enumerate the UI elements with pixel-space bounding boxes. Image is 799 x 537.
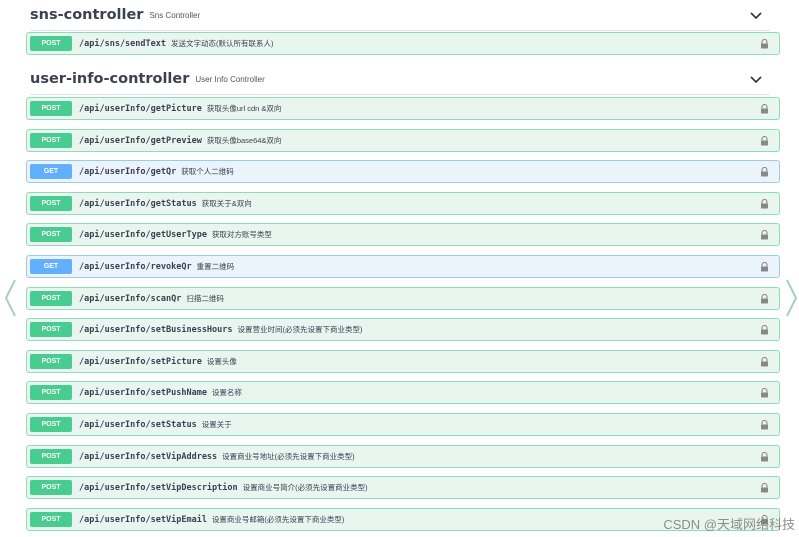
method-badge: POST — [30, 291, 72, 306]
chevron-left-icon[interactable] — [3, 278, 17, 318]
method-badge: POST — [30, 133, 72, 148]
operation-path: /api/userInfo/getQr — [79, 166, 177, 177]
lock-icon[interactable] — [760, 230, 769, 240]
operation-summary: 设置营业时间(必须先设置下商业类型) — [237, 325, 363, 334]
lock-icon[interactable] — [760, 136, 769, 146]
group-title: user-info-controller — [30, 71, 190, 87]
lock-icon[interactable] — [760, 167, 769, 177]
method-badge: POST — [30, 417, 72, 432]
operation-path: /api/userInfo/setPushName — [79, 387, 207, 398]
operation-summary: 获取关于&双向 — [201, 199, 252, 208]
lock-icon[interactable] — [760, 262, 769, 272]
operation-row[interactable]: POST/api/userInfo/setStatus 设置关于 — [26, 413, 780, 436]
operation-path: /api/userInfo/setPicture — [79, 356, 202, 367]
operation-row[interactable]: GET/api/userInfo/revokeQr 重置二维码 — [26, 255, 780, 278]
operation-summary: 设置关于 — [201, 420, 232, 429]
operation-row[interactable]: POST/api/userInfo/getUserType 获取对方账号类型 — [26, 223, 780, 246]
operation-row[interactable]: POST/api/userInfo/setVipDescription 设置商业号… — [26, 476, 780, 499]
method-badge: GET — [30, 259, 72, 274]
operation-path: /api/userInfo/setVipAddress — [79, 451, 218, 462]
operation-path: /api/sns/sendText — [79, 38, 166, 49]
chevron-down-icon[interactable] — [748, 7, 764, 23]
operation-row[interactable]: POST/api/userInfo/getStatus 获取关于&双向 — [26, 192, 780, 215]
operation-summary: 设置商业号邮箱(必须先设置下商业类型) — [211, 515, 345, 524]
operation-summary: 设置名称 — [211, 388, 242, 397]
operation-summary: 发送文字动态(默认所有联系人) — [171, 39, 274, 48]
lock-icon[interactable] — [760, 483, 769, 493]
method-badge: POST — [30, 196, 72, 211]
operation-summary: 获取头像url cdn &双向 — [206, 104, 282, 113]
group-title: sns-controller — [30, 7, 144, 23]
operation-row[interactable]: POST/api/userInfo/setVipAddress 设置商业号地址(必… — [26, 445, 780, 468]
method-badge: POST — [30, 480, 72, 495]
user-info-controller-header[interactable]: user-info-controller User Info Controlle… — [30, 64, 770, 95]
method-badge: POST — [30, 36, 72, 51]
lock-icon[interactable] — [760, 199, 769, 209]
method-badge: GET — [30, 164, 72, 179]
operation-path: /api/userInfo/getStatus — [79, 198, 197, 209]
group-subtitle: User Info Controller — [195, 74, 265, 84]
operation-path: /api/userInfo/revokeQr — [79, 261, 192, 272]
operation-path: /api/userInfo/getUserType — [79, 229, 207, 240]
operation-row[interactable]: POST /api/sns/sendText 发送文字动态(默认所有联系人) — [26, 32, 780, 55]
watermark: CSDN @天域网络科技 — [663, 517, 795, 532]
operation-row[interactable]: POST/api/userInfo/getPreview 获取头像base64&双… — [26, 129, 780, 152]
chevron-down-icon[interactable] — [748, 71, 764, 87]
lock-icon[interactable] — [760, 388, 769, 398]
lock-icon[interactable] — [760, 39, 769, 49]
lock-icon[interactable] — [760, 325, 769, 335]
operation-summary: 扫描二维码 — [186, 294, 224, 303]
operation-row[interactable]: POST/api/userInfo/setPicture 设置头像 — [26, 350, 780, 373]
method-badge: POST — [30, 449, 72, 464]
operation-row[interactable]: POST/api/userInfo/setPushName 设置名称 — [26, 381, 780, 404]
lock-icon[interactable] — [760, 104, 769, 114]
operation-row[interactable]: POST/api/userInfo/scanQr 扫描二维码 — [26, 287, 780, 310]
operation-summary: 设置商业号简介(必须先设置商业类型) — [242, 483, 368, 492]
operation-row[interactable]: POST/api/userInfo/setBusinessHours 设置营业时间… — [26, 318, 780, 341]
lock-icon[interactable] — [760, 357, 769, 367]
group-subtitle: Sns Controller — [149, 10, 201, 20]
operation-summary: 设置头像 — [206, 357, 237, 366]
operation-path: /api/userInfo/getPicture — [79, 103, 202, 114]
operation-path: /api/userInfo/setBusinessHours — [79, 324, 233, 335]
method-badge: POST — [30, 512, 72, 527]
lock-icon[interactable] — [760, 420, 769, 430]
method-badge: POST — [30, 354, 72, 369]
operation-summary: 获取对方账号类型 — [211, 230, 272, 239]
operation-path: /api/userInfo/setStatus — [79, 419, 197, 430]
operation-row[interactable]: GET/api/userInfo/getQr 获取个人二维码 — [26, 160, 780, 183]
operation-summary: 设置商业号地址(必须先设置下商业类型) — [222, 452, 355, 461]
operation-path: /api/userInfo/scanQr — [79, 293, 182, 304]
operation-row[interactable]: POST/api/userInfo/getPicture 获取头像url cdn … — [26, 97, 780, 120]
operation-path: /api/userInfo/setVipDescription — [79, 482, 238, 493]
method-badge: POST — [30, 385, 72, 400]
operation-summary: 获取个人二维码 — [181, 167, 234, 176]
operation-path: /api/userInfo/getPreview — [79, 135, 202, 146]
operation-summary: 重置二维码 — [196, 262, 235, 271]
operation-path: /api/userInfo/setVipEmail — [79, 514, 207, 525]
chevron-right-icon[interactable] — [785, 278, 799, 318]
lock-icon[interactable] — [760, 452, 769, 462]
method-badge: POST — [30, 322, 72, 337]
method-badge: POST — [30, 227, 72, 242]
operation-summary: 获取头像base64&双向 — [206, 136, 282, 145]
lock-icon[interactable] — [760, 294, 769, 304]
sns-controller-header[interactable]: sns-controller Sns Controller — [30, 0, 770, 31]
method-badge: POST — [30, 101, 72, 116]
